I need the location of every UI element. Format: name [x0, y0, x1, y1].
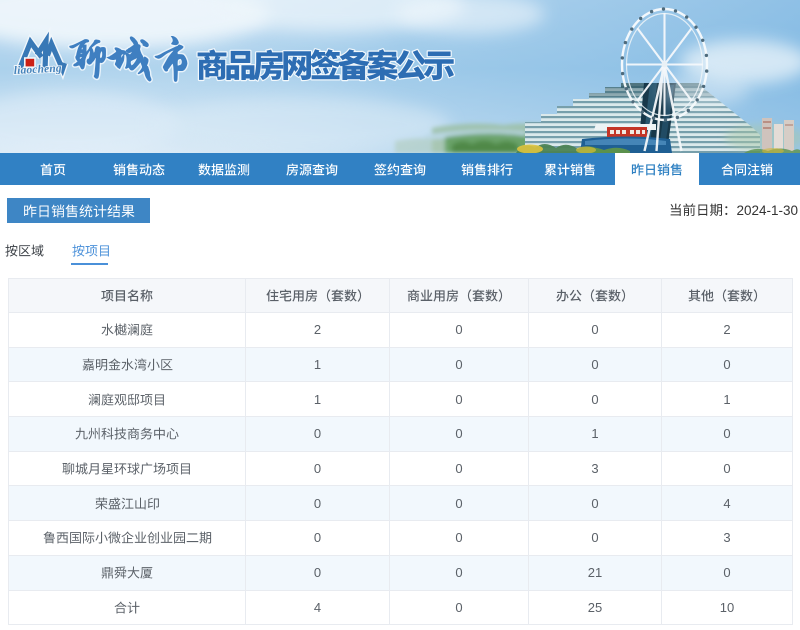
svg-text:liaocheng: liaocheng: [14, 62, 63, 77]
